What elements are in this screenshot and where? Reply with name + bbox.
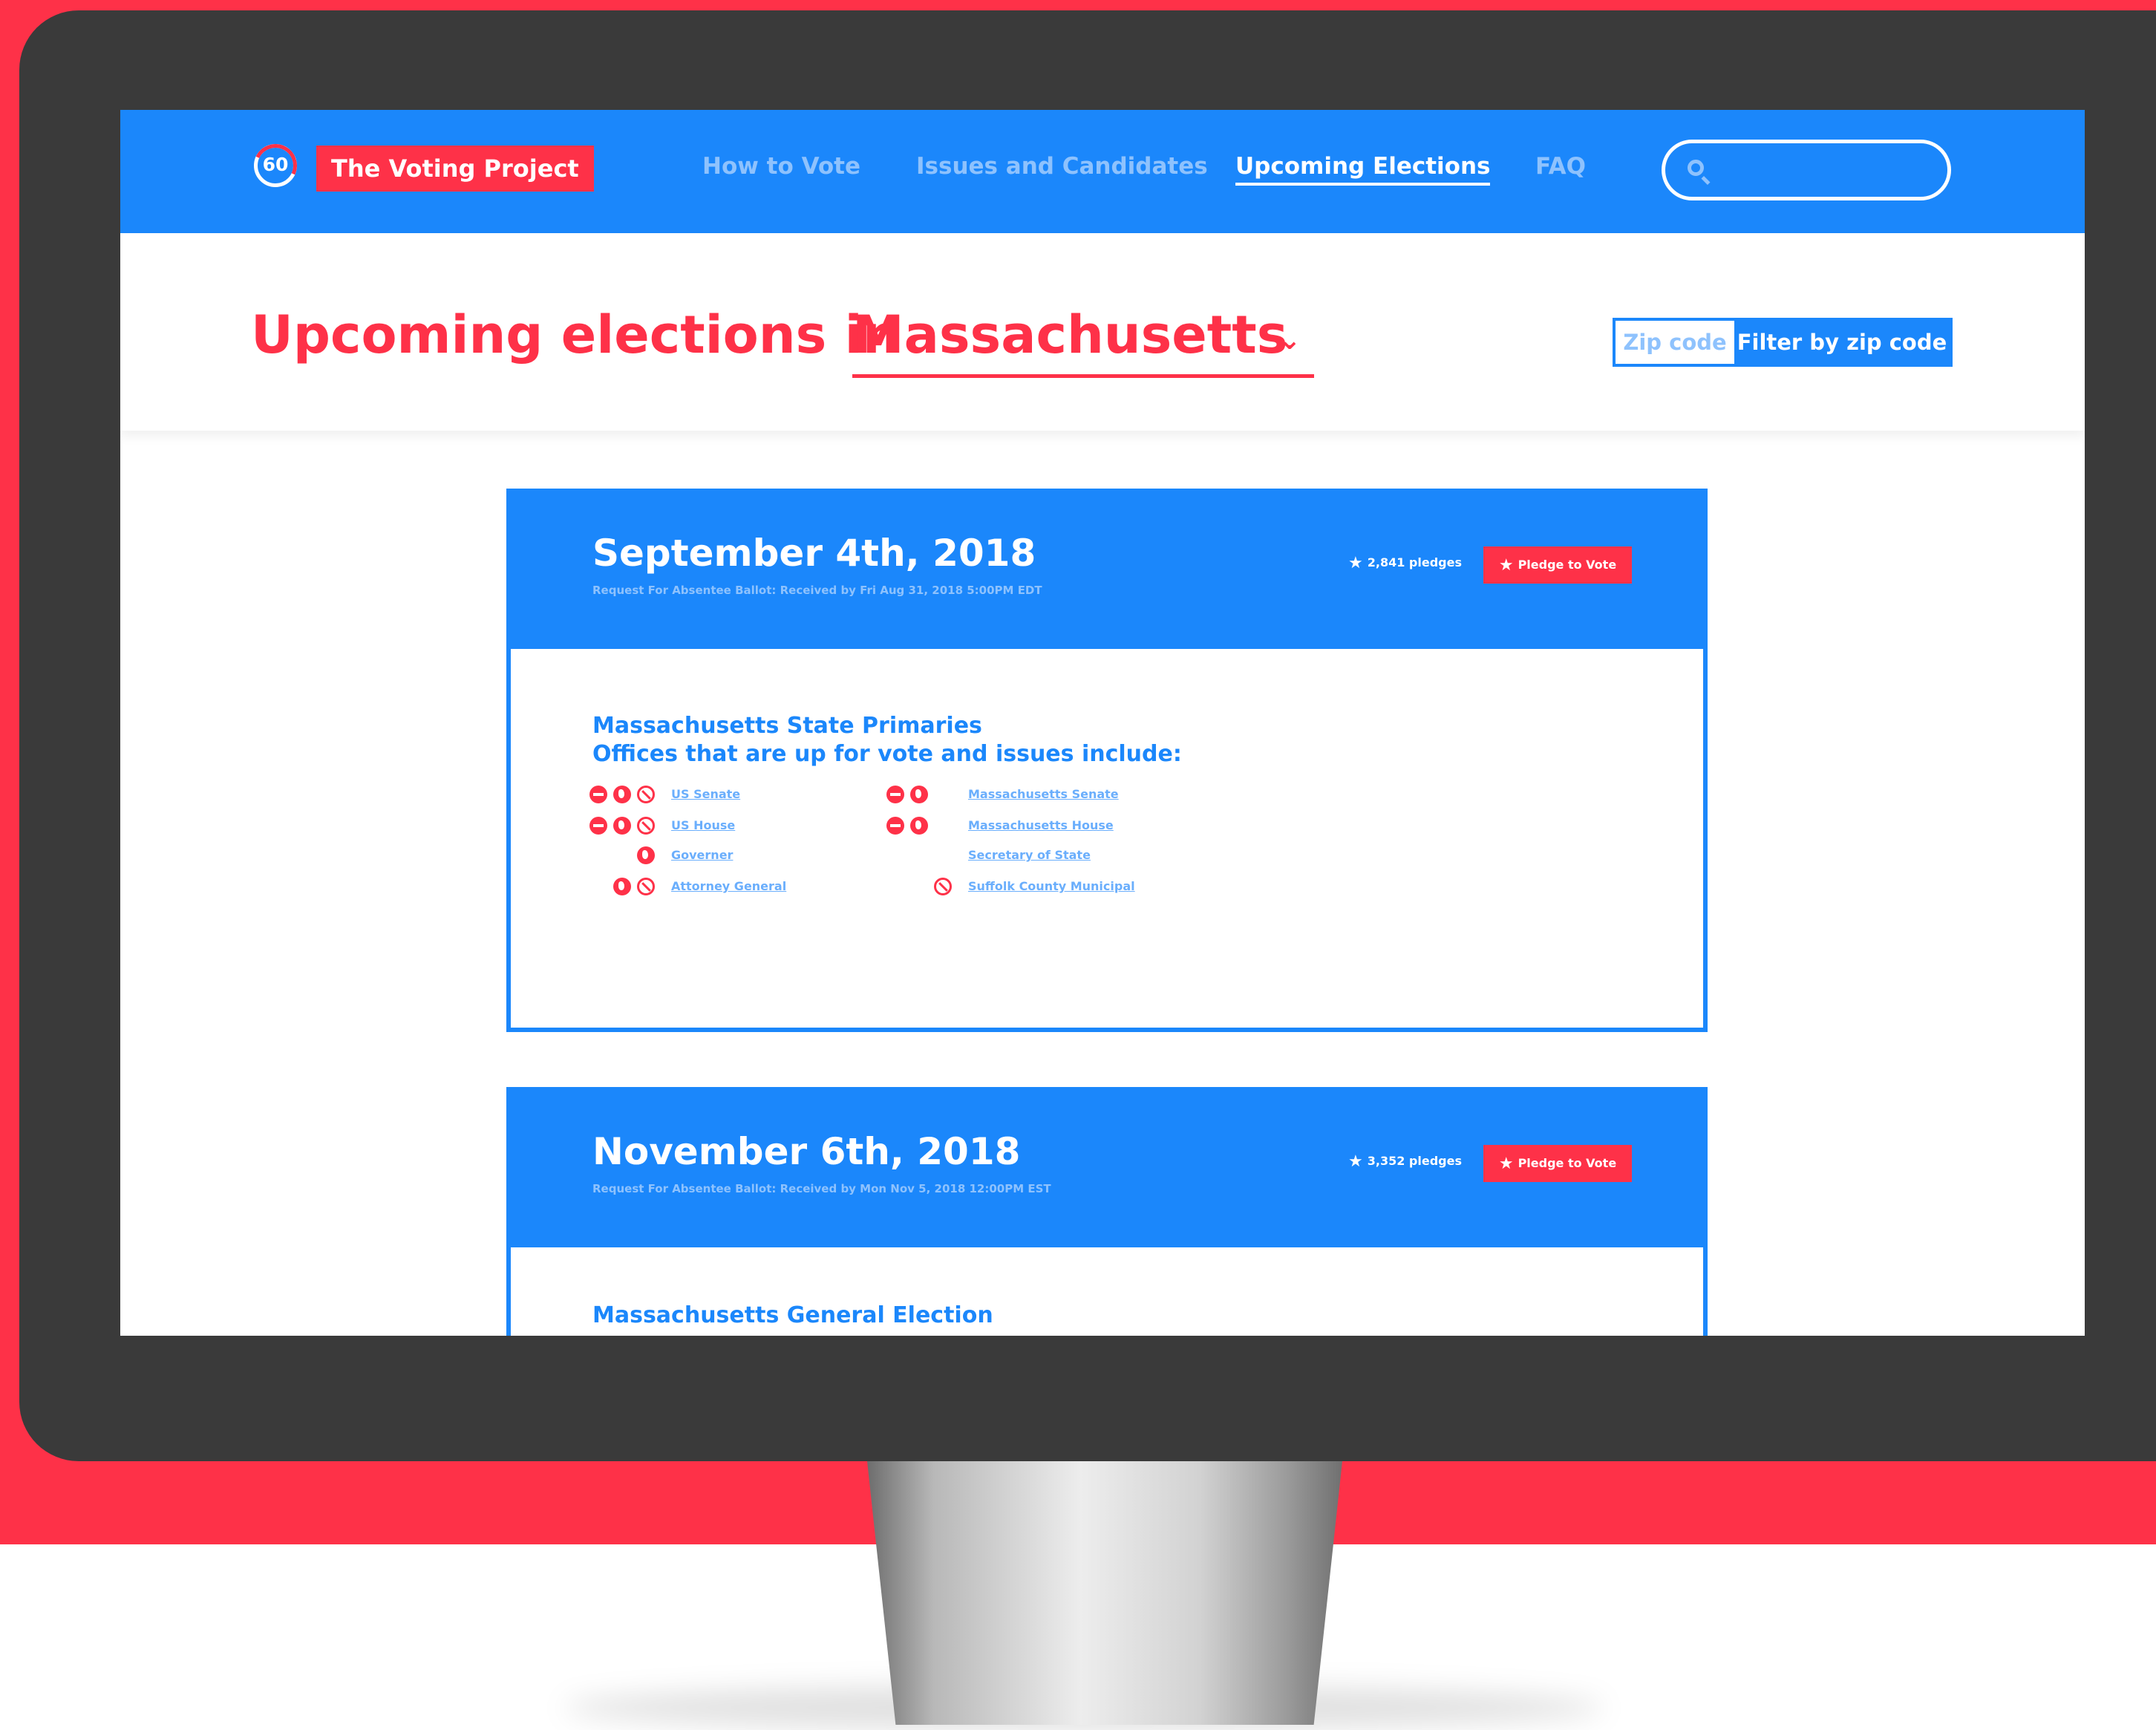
star-icon: ★ xyxy=(1498,1155,1514,1173)
absentee-deadline: Request For Absentee Ballot: Received by… xyxy=(592,1182,1051,1195)
pledge-button-label: Pledge to Vote xyxy=(1518,558,1617,572)
top-nav: 60 The Voting Project How to Vote Issues… xyxy=(120,110,2085,233)
office-link-us-house[interactable]: US House xyxy=(671,818,735,832)
minus-icon xyxy=(589,786,607,803)
monitor-screen: 60 The Voting Project How to Vote Issues… xyxy=(120,110,2085,1336)
office-link-us-senate[interactable]: US Senate xyxy=(671,787,740,801)
globe-icon xyxy=(613,817,631,835)
chevron-down-icon[interactable]: ⌄ xyxy=(1278,325,1301,356)
star-icon: ★ xyxy=(1498,556,1514,575)
ban-icon xyxy=(934,878,952,895)
election-date: November 6th, 2018 xyxy=(592,1130,1021,1173)
globe-icon xyxy=(637,846,655,864)
minus-icon xyxy=(886,786,904,803)
office-link-suffolk-county-municipal[interactable]: Suffolk County Municipal xyxy=(968,879,1135,893)
zip-code-input[interactable]: Zip code xyxy=(1616,321,1734,364)
search-icon xyxy=(1688,160,1704,176)
nav-faq[interactable]: FAQ xyxy=(1535,153,1586,180)
election-name: Massachusetts General Election xyxy=(592,1302,993,1328)
globe-icon xyxy=(910,817,928,835)
nav-issues-and-candidates[interactable]: Issues and Candidates xyxy=(916,153,1208,180)
absentee-deadline: Request For Absentee Ballot: Received by… xyxy=(592,584,1042,597)
page-title: Upcoming elections in xyxy=(251,304,900,365)
pledge-count-text: 3,352 pledges xyxy=(1367,1154,1462,1168)
brand-link[interactable]: The Voting Project xyxy=(316,146,594,192)
globe-icon xyxy=(910,786,928,803)
election-card: September 4th, 2018 Request For Absentee… xyxy=(506,489,1708,1032)
election-card: November 6th, 2018 Request For Absentee … xyxy=(506,1087,1708,1336)
election-date: September 4th, 2018 xyxy=(592,532,1036,575)
pledge-to-vote-button[interactable]: ★ Pledge to Vote xyxy=(1483,1145,1632,1182)
ban-icon xyxy=(637,817,655,835)
pledge-button-label: Pledge to Vote xyxy=(1518,1156,1617,1170)
pledge-to-vote-button[interactable]: ★ Pledge to Vote xyxy=(1483,546,1632,584)
ban-icon xyxy=(637,786,655,803)
star-icon: ★ xyxy=(1348,554,1363,572)
globe-icon xyxy=(613,878,631,895)
office-link-secretary-of-state[interactable]: Secretary of State xyxy=(968,848,1091,862)
office-link-attorney-general[interactable]: Attorney General xyxy=(671,879,786,893)
logo-icon[interactable]: 60 xyxy=(247,137,304,194)
election-card-header: September 4th, 2018 Request For Absentee… xyxy=(506,489,1708,649)
pledge-count: ★ 2,841 pledges xyxy=(1348,554,1462,572)
minus-icon xyxy=(886,817,904,835)
page-header: Upcoming elections in Massachusetts ⌄ Zi… xyxy=(120,233,2085,431)
office-link-governer[interactable]: Governer xyxy=(671,848,733,862)
election-subtitle: Offices that are up for vote and issues … xyxy=(592,741,1182,767)
zip-filter: Zip code Filter by zip code xyxy=(1613,318,1953,367)
pledge-count-text: 2,841 pledges xyxy=(1367,555,1462,569)
monitor-stand xyxy=(867,1461,1342,1725)
logo-number: 60 xyxy=(262,154,289,175)
state-selector[interactable]: Massachusetts xyxy=(852,304,1315,378)
office-link-massachusetts-house[interactable]: Massachusetts House xyxy=(968,818,1114,832)
filter-by-zip-button[interactable]: Filter by zip code xyxy=(1734,321,1950,364)
nav-how-to-vote[interactable]: How to Vote xyxy=(702,153,860,180)
nav-upcoming-elections[interactable]: Upcoming Elections xyxy=(1235,153,1491,186)
office-link-massachusetts-senate[interactable]: Massachusetts Senate xyxy=(968,787,1119,801)
pledge-count: ★ 3,352 pledges xyxy=(1348,1152,1462,1171)
election-card-header: November 6th, 2018 Request For Absentee … xyxy=(506,1087,1708,1247)
ban-icon xyxy=(637,878,655,895)
search-input[interactable] xyxy=(1662,140,1951,200)
minus-icon xyxy=(589,817,607,835)
election-name: Massachusetts State Primaries xyxy=(592,713,982,739)
star-icon: ★ xyxy=(1348,1152,1363,1171)
globe-icon xyxy=(613,786,631,803)
